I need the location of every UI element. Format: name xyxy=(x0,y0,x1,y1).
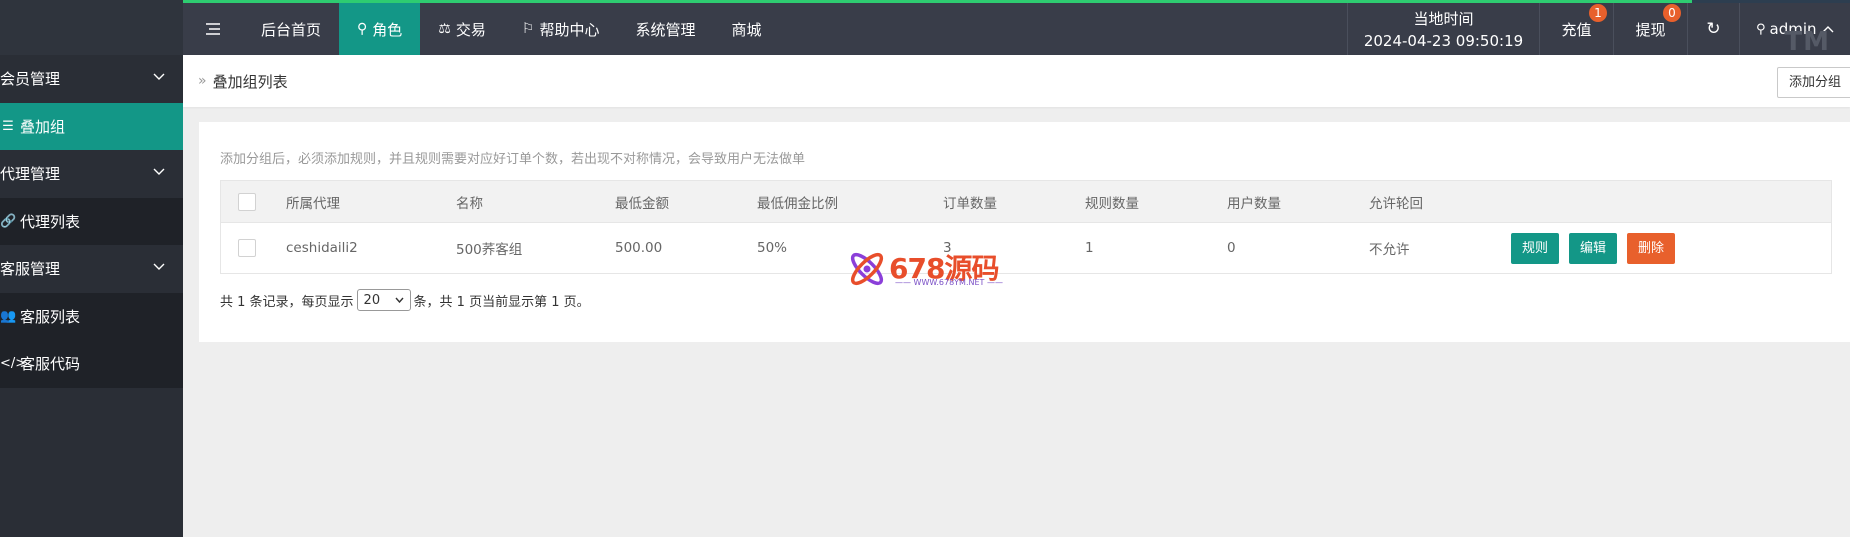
column-header: 允许轮回 xyxy=(1369,195,1423,212)
cell-name: 500荞客组 xyxy=(456,242,523,258)
nav-dashboard[interactable]: 后台首页 xyxy=(243,3,339,55)
double-chevron-right-icon: » xyxy=(198,73,207,89)
sidebar-item-service-management[interactable]: 客服管理 xyxy=(0,245,183,293)
content-card: 添加分组后，必须添加规则，并且规则需要对应好订单个数，若出现不对称情况，会导致用… xyxy=(199,122,1850,342)
nav-label: 商城 xyxy=(731,20,762,39)
pager-prefix: 共 1 条记录，每页显示 xyxy=(220,294,354,310)
menu-toggle-button[interactable] xyxy=(183,3,243,55)
atom-logo-icon xyxy=(850,252,884,286)
refresh-icon: ↻ xyxy=(1706,19,1721,39)
link-icon: 🔗 xyxy=(0,213,17,229)
tip-text: 添加分组后，必须添加规则，并且规则需要对应好订单个数，若出现不对称情况，会导致用… xyxy=(220,152,806,167)
recharge-badge: 1 xyxy=(1589,4,1607,22)
sidebar-item-overlay-group[interactable]: ☰ 叠加组 xyxy=(0,102,183,150)
sidebar-item-label: 客服管理 xyxy=(0,260,61,279)
cell-rules: 1 xyxy=(1085,240,1094,256)
watermark-url-text: WWW.678YM.NET xyxy=(913,278,985,287)
nav-label: 角色 xyxy=(372,20,403,39)
chevron-down-icon xyxy=(153,263,165,270)
cell-users: 0 xyxy=(1227,240,1236,256)
nav-system-management[interactable]: 系统管理 xyxy=(617,3,713,55)
chevron-down-icon xyxy=(395,297,404,303)
delete-button[interactable]: 删除 xyxy=(1627,232,1676,264)
local-time: 当地时间 2024-04-23 09:50:19 xyxy=(1347,3,1540,55)
scale-icon: ⚖ xyxy=(438,21,451,37)
breadcrumb: » 叠加组列表 添加分组 xyxy=(183,55,1850,107)
column-header: 用户数量 xyxy=(1227,195,1281,212)
sidebar-item-service-code[interactable]: </> 客服代码 xyxy=(0,340,183,388)
withdraw-label: 提现 xyxy=(1635,20,1666,39)
group-table: 所属代理 名称 最低金额 最低佣金比例 订单数量 规则数量 用户数量 允许轮回 … xyxy=(220,180,1832,274)
column-header: 最低佣金比例 xyxy=(757,195,838,212)
page-title: 叠加组列表 xyxy=(212,72,288,91)
table-header: 所属代理 名称 最低金额 最低佣金比例 订单数量 规则数量 用户数量 允许轮回 xyxy=(221,181,1831,222)
nav-mall[interactable]: 商城 xyxy=(713,3,779,55)
nav-label: 帮助中心 xyxy=(539,20,600,39)
local-time-label: 当地时间 xyxy=(1413,10,1474,28)
list-icon: ☰ xyxy=(2,118,14,134)
chevron-down-icon xyxy=(153,73,165,80)
chevron-down-icon xyxy=(153,168,165,175)
sidebar-item-label: 会员管理 xyxy=(0,70,61,89)
watermark-logo: 678源码 —— WWW.678YM.NET —— xyxy=(845,246,1015,292)
column-header: 规则数量 xyxy=(1085,195,1139,212)
logo-area xyxy=(0,0,183,55)
nav-label: 交易 xyxy=(455,20,486,39)
pager-suffix: 条，共 1 页当前显示第 1 页。 xyxy=(413,294,590,310)
sidebar-item-label: 客服列表 xyxy=(20,307,81,326)
tm-mark: TM xyxy=(1784,27,1830,57)
recharge-button[interactable]: 充值 1 xyxy=(1540,3,1614,55)
nav-label: 后台首页 xyxy=(261,20,322,39)
column-header: 最低金额 xyxy=(615,195,669,212)
local-time-value: 2024-04-23 09:50:19 xyxy=(1363,32,1524,50)
recharge-label: 充值 xyxy=(1561,20,1592,39)
row-checkbox[interactable] xyxy=(238,239,256,257)
withdraw-badge: 0 xyxy=(1663,4,1681,22)
pagination: 共 1 条记录，每页显示 20 条，共 1 页当前显示第 1 页。 xyxy=(220,289,590,311)
top-header: 后台首页 ⚲ 角色 ⚖ 交易 ⚐ 帮助中心 系统管理 商城 当地时间 2024-04-… xyxy=(183,3,1850,57)
refresh-button[interactable]: ↻ xyxy=(1688,3,1740,55)
nav-label: 系统管理 xyxy=(635,20,696,39)
users-icon: 👥 xyxy=(0,308,17,324)
nav-help-center[interactable]: ⚐ 帮助中心 xyxy=(504,3,618,55)
add-group-button[interactable]: 添加分组 xyxy=(1776,67,1850,98)
user-icon: ⚲ xyxy=(357,21,368,37)
table-row: ceshidaili2 500荞客组 500.00 50% 3 1 0 不允许 … xyxy=(221,222,1831,273)
cell-cycle: 不允许 xyxy=(1369,242,1410,258)
sidebar-item-label: 代理管理 xyxy=(0,165,61,184)
sidebar-item-member-management[interactable]: 会员管理 xyxy=(0,55,183,103)
menu-icon xyxy=(206,23,220,35)
sidebar-item-agent-management[interactable]: 代理管理 xyxy=(0,150,183,198)
row-actions: 规则 编辑 删除 xyxy=(1511,232,1676,264)
edit-button[interactable]: 编辑 xyxy=(1569,232,1618,264)
watermark-url: —— WWW.678YM.NET —— xyxy=(895,278,1003,287)
sidebar-item-label: 代理列表 xyxy=(20,212,81,231)
column-header: 名称 xyxy=(456,195,483,212)
sidebar-item-label: 叠加组 xyxy=(20,117,66,136)
page-size-value: 20 xyxy=(363,292,381,308)
column-header: 所属代理 xyxy=(286,195,340,212)
sidebar-item-agent-list[interactable]: 🔗 代理列表 xyxy=(0,197,183,245)
withdraw-button[interactable]: 提现 0 xyxy=(1614,3,1688,55)
page-size-select[interactable]: 20 xyxy=(356,289,411,311)
nav-role[interactable]: ⚲ 角色 xyxy=(339,3,421,55)
flag-icon: ⚐ xyxy=(521,21,535,37)
code-icon: </> xyxy=(0,356,27,372)
cell-min-amount: 500.00 xyxy=(615,240,663,256)
user-icon: ⚲ xyxy=(1756,21,1766,37)
column-header: 订单数量 xyxy=(943,195,997,212)
nav-trade[interactable]: ⚖ 交易 xyxy=(420,3,504,55)
rule-button[interactable]: 规则 xyxy=(1511,232,1560,264)
select-all-checkbox[interactable] xyxy=(238,192,256,211)
cell-agent: ceshidaili2 xyxy=(286,240,358,256)
sidebar-item-service-list[interactable]: 👥 客服列表 xyxy=(0,292,183,340)
sidebar: 会员管理 ☰ 叠加组 代理管理 🔗 代理列表 客服管理 👥 客服列表 </> 客… xyxy=(0,0,183,537)
sidebar-item-label: 客服代码 xyxy=(20,355,81,374)
